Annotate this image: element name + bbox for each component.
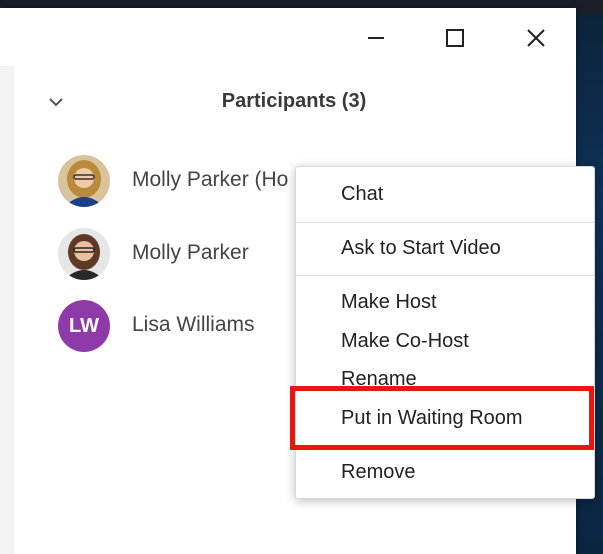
- menu-divider: [296, 222, 594, 223]
- chevron-down-icon[interactable]: [47, 93, 65, 111]
- participant-name: Molly Parker: [132, 241, 249, 264]
- menu-item-chat[interactable]: Chat: [341, 183, 383, 206]
- avatar: LW: [58, 300, 110, 352]
- maximize-button[interactable]: [432, 18, 478, 58]
- menu-divider: [296, 275, 594, 276]
- highlight-box: [290, 386, 594, 450]
- minimize-button[interactable]: [353, 18, 399, 58]
- close-button[interactable]: [513, 18, 559, 58]
- window-left-strip: [0, 66, 14, 554]
- menu-item-make-host[interactable]: Make Host: [341, 291, 437, 314]
- menu-item-remove[interactable]: Remove: [341, 461, 415, 484]
- participant-name: Lisa Williams: [132, 313, 255, 336]
- avatar: [58, 155, 110, 207]
- close-icon: [527, 29, 545, 47]
- minimize-icon: [368, 37, 384, 39]
- menu-item-ask-to-start-video[interactable]: Ask to Start Video: [341, 237, 501, 260]
- maximize-icon: [446, 29, 464, 47]
- menu-item-make-co-host[interactable]: Make Co-Host: [341, 330, 469, 353]
- panel-title: Participants (3): [221, 90, 367, 112]
- title-bar: [0, 8, 576, 58]
- avatar: [58, 228, 110, 280]
- participant-name: Molly Parker (Ho: [132, 168, 289, 191]
